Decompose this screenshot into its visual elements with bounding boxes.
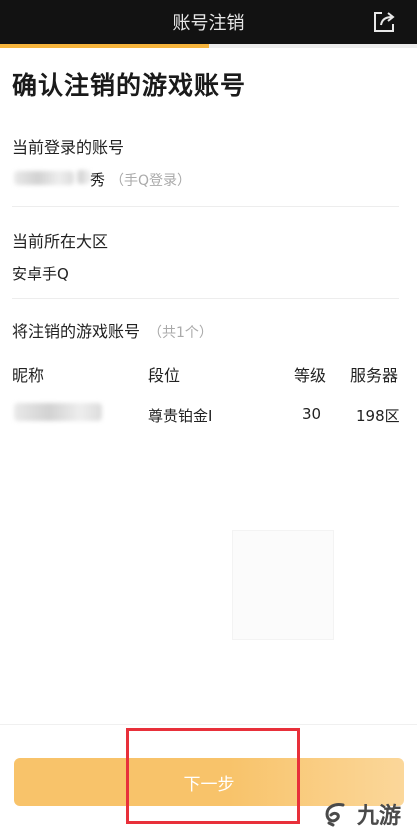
current-region-label: 当前所在大区 bbox=[12, 232, 109, 251]
accounts-count: （共1个） bbox=[148, 325, 213, 341]
step-progress-bar bbox=[0, 44, 417, 48]
row-level: 30 bbox=[302, 405, 322, 423]
header-title: 账号注销 bbox=[172, 13, 245, 34]
watermark-text: 九游 bbox=[356, 804, 401, 829]
account-name-suffix: 秀 bbox=[90, 171, 106, 189]
divider bbox=[12, 298, 399, 299]
redacted-nickname bbox=[14, 403, 102, 421]
page-title: 确认注销的游戏账号 bbox=[12, 71, 247, 100]
row-rank: 尊贵铂金I bbox=[148, 407, 213, 425]
column-header-nickname: 昵称 bbox=[12, 366, 45, 385]
share-icon[interactable] bbox=[371, 9, 397, 35]
column-header-rank: 段位 bbox=[148, 366, 181, 385]
accounts-to-cancel-title: 将注销的游戏账号 bbox=[12, 322, 141, 341]
accounts-to-cancel-label: 将注销的游戏账号 （共1个） bbox=[12, 318, 213, 342]
footer-divider bbox=[0, 724, 417, 725]
current-region-value: 安卓手Q bbox=[12, 265, 69, 283]
current-account-label: 当前登录的账号 bbox=[12, 138, 125, 157]
jiuyou-logo-icon bbox=[325, 803, 345, 827]
blank-placeholder bbox=[232, 530, 334, 640]
step-progress-fill bbox=[0, 44, 209, 48]
row-server: 198区 bbox=[356, 407, 400, 425]
redacted-account-name-2 bbox=[76, 170, 90, 184]
column-header-server: 服务器 bbox=[350, 366, 399, 385]
divider bbox=[12, 206, 399, 207]
redacted-account-name bbox=[14, 171, 74, 185]
highlight-annotation-box bbox=[126, 728, 300, 824]
login-type: （手Q登录） bbox=[110, 173, 192, 189]
column-header-level: 等级 bbox=[294, 366, 327, 385]
site-watermark: 九游 bbox=[321, 798, 401, 830]
top-bar: 账号注销 bbox=[0, 0, 417, 44]
